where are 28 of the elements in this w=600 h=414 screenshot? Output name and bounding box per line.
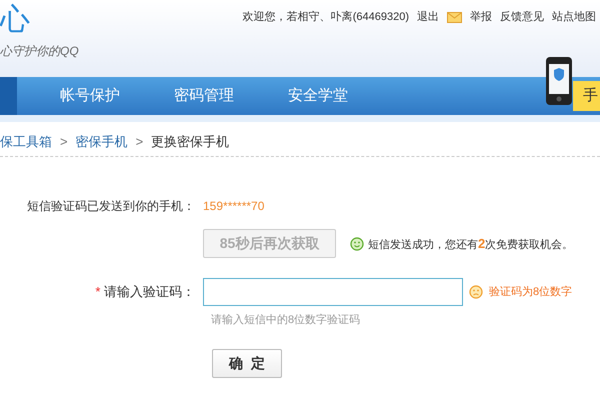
- active-tab-edge: [0, 77, 17, 115]
- sent-label: 短信验证码已发送到你的手机：: [26, 198, 195, 215]
- phone-number: 159******70: [203, 198, 266, 215]
- phone-icon: [545, 56, 573, 106]
- header-link[interactable]: 举报: [470, 9, 492, 26]
- header-link[interactable]: 反馈意见: [500, 9, 544, 26]
- mail-icon[interactable]: [447, 12, 462, 23]
- breadcrumb-separator: >: [136, 132, 144, 151]
- smile-icon: [350, 236, 364, 250]
- breadcrumb-link[interactable]: 保工具箱: [0, 132, 52, 152]
- code-input[interactable]: [203, 278, 463, 306]
- nav-tab[interactable]: 密码管理: [174, 77, 234, 115]
- code-hint: 请输入短信中的8位数字验证码: [211, 312, 362, 328]
- breadcrumb-link[interactable]: 密保手机: [76, 132, 128, 152]
- breadcrumb-separator: >: [60, 132, 68, 151]
- header-link[interactable]: 站点地图: [552, 9, 596, 26]
- breadcrumb-current[interactable]: 更换密保手机: [151, 132, 230, 152]
- promo-tag[interactable]: 手: [573, 81, 600, 111]
- submit-button[interactable]: 确 定: [212, 348, 282, 378]
- welcome-text: 欢迎您，若相守、卟离(64469320): [242, 10, 409, 25]
- logo-tagline: 心守护你的QQ: [0, 43, 79, 60]
- header-link[interactable]: 退出: [417, 9, 439, 26]
- nav-tab[interactable]: 帐号保护: [60, 77, 120, 115]
- code-error-text: 验证码为8位数字: [489, 284, 572, 300]
- code-label: * 请输入验证码：: [94, 283, 195, 302]
- frown-icon: [469, 285, 483, 299]
- sms-status-text: 短信发送成功，您还有2次免费获取机会。: [368, 234, 574, 253]
- nav-tab[interactable]: 安全学堂: [288, 77, 348, 115]
